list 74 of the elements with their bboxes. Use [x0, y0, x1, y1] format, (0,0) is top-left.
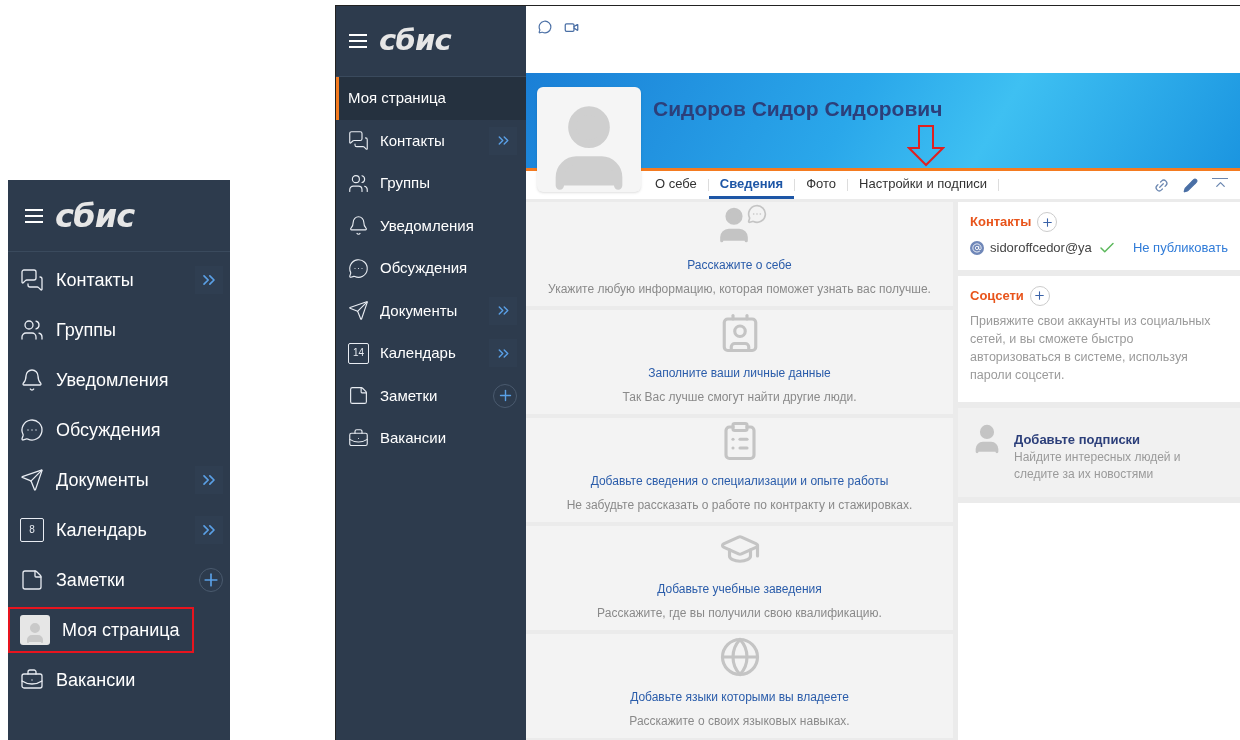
people-icon	[348, 172, 369, 194]
sidebar-item[interactable]: Заметки	[8, 557, 230, 603]
paper-plane-icon	[348, 300, 369, 322]
link-icon[interactable]	[1154, 177, 1169, 193]
speech-bubble-icon	[348, 257, 369, 279]
sidebar-item[interactable]: 14 Календарь	[336, 332, 526, 375]
card-description: Расскажите о своих языковых навыках.	[629, 713, 850, 730]
tab[interactable]: О себе	[644, 171, 708, 199]
sidebar-item[interactable]: Контакты	[8, 257, 230, 303]
sidebar-item[interactable]: Документы	[8, 457, 230, 503]
note-icon	[348, 385, 369, 407]
social-description: Привяжите свои аккаунты из социальных сетей, и вы сможете быстро авторизоваться в системе, используя пароли соцсети.	[970, 312, 1212, 384]
card-title-link[interactable]: Заполните ваши личные данные	[648, 364, 831, 382]
expand-button[interactable]	[195, 516, 223, 544]
sidebar-item[interactable]: Вакансии	[336, 417, 526, 460]
expand-button[interactable]	[489, 296, 517, 325]
section-title: Контакты	[970, 213, 1032, 232]
menu-icon[interactable]	[349, 34, 367, 48]
sidebar-item[interactable]: Вакансии	[8, 657, 230, 703]
globe-icon	[718, 636, 761, 678]
logo: сбис	[379, 22, 452, 60]
card-description: Расскажите, где вы получили свою квалификацию.	[597, 605, 882, 622]
plus-icon	[1033, 289, 1047, 302]
chat-bubbles-icon	[20, 268, 44, 292]
sidebar-item[interactable]: Моя страница	[336, 77, 526, 120]
tab[interactable]: Настройки и подписи	[848, 171, 998, 199]
card-description: Не забудьте рассказать о работе по контракту и стажировках.	[566, 497, 913, 514]
sidebar-item[interactable]: Обсуждения	[8, 407, 230, 453]
speech-bubble-icon	[20, 418, 44, 442]
card-title-link[interactable]: Добавьте сведения о специализации и опыте работы	[590, 472, 889, 490]
menu-icon[interactable]	[25, 208, 43, 223]
subscriptions-description: Найдите интересных людей и следите за их новостями	[1014, 449, 1182, 483]
do-not-publish-link[interactable]: Не публиковать	[1132, 238, 1228, 258]
tab[interactable]: Сведения	[708, 171, 795, 199]
chat-bubbles-icon	[348, 130, 369, 152]
card-title-link[interactable]: Добавьте учебные заведения	[657, 580, 822, 598]
bell-icon	[348, 215, 369, 237]
avatar-icon	[20, 615, 50, 645]
subscriptions-title: Добавьте подписки	[1014, 430, 1142, 449]
sidebar-item[interactable]: Документы	[336, 289, 526, 332]
card-description: Укажите любую информацию, которая поможет узнать вас получше.	[548, 281, 931, 298]
sidebar-item[interactable]: Заметки	[336, 374, 526, 417]
card-title-link[interactable]: Расскажите о себе	[687, 256, 792, 274]
calendar-icon: 14	[348, 342, 369, 364]
note-icon	[20, 568, 44, 592]
expand-button[interactable]	[195, 466, 223, 494]
sidebar-item[interactable]: Группы	[336, 162, 526, 205]
paper-plane-icon	[20, 468, 44, 492]
section-title: Соцсети	[970, 286, 1024, 305]
sidebar-item[interactable]: 8 Календарь	[8, 507, 230, 553]
video-camera-icon[interactable]	[564, 20, 579, 35]
sidebar-item[interactable]: Уведомления	[336, 204, 526, 247]
calendar-icon: 8	[20, 518, 44, 542]
chat-icon[interactable]	[538, 20, 552, 34]
profile-name: Сидоров Сидор Сидорович	[653, 96, 943, 122]
logo: сбис	[55, 195, 135, 237]
expand-button[interactable]	[489, 339, 517, 368]
pencil-icon[interactable]	[1183, 177, 1198, 193]
card-description: Так Вас лучше смогут найти другие люди.	[622, 389, 857, 406]
email-icon	[970, 240, 984, 255]
bell-icon	[20, 368, 44, 392]
down-arrow-icon	[907, 125, 945, 167]
people-icon	[20, 318, 44, 342]
sidebar-item[interactable]: Моя страница	[8, 607, 194, 653]
card-title-link[interactable]: Добавьте языки которыми вы владеете	[630, 688, 849, 706]
sidebar-item[interactable]: Обсуждения	[336, 247, 526, 290]
expand-button[interactable]	[489, 126, 517, 155]
tab[interactable]: Фото	[795, 171, 848, 199]
email-text: sidoroffcedor@ya	[990, 239, 1092, 257]
sidebar-item[interactable]: Группы	[8, 307, 230, 353]
sidebar-item[interactable]: Уведомления	[8, 357, 230, 403]
sidebar-item[interactable]: Контакты	[336, 119, 526, 162]
expand-button[interactable]	[195, 266, 223, 294]
plus-icon	[1040, 215, 1054, 229]
